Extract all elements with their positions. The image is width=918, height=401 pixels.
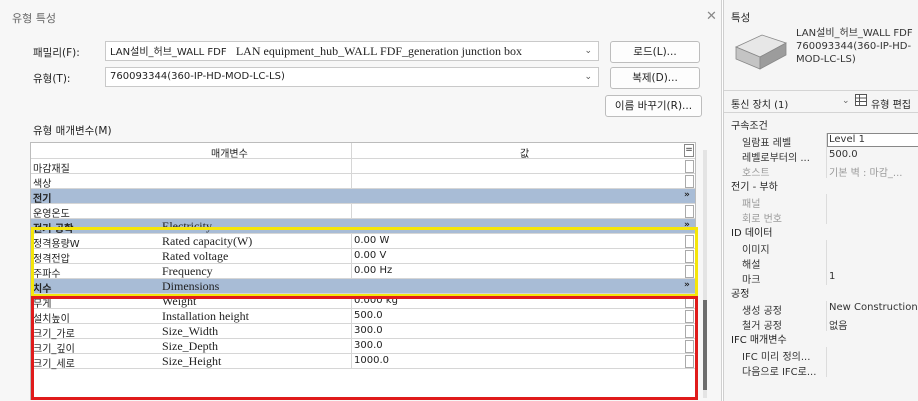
family-label: 패밀리(F):	[33, 47, 80, 59]
parameter-name: 마감재질	[33, 164, 70, 175]
palette-key: 생성 공정	[742, 306, 782, 317]
palette-key: 회로 번호	[742, 214, 782, 225]
palette-key: 다음으로 IFC로...	[742, 367, 817, 378]
type-label: 유형(T):	[33, 73, 71, 85]
parameter-name: 운영온도	[33, 209, 70, 220]
palette-section-title[interactable]: 구속조건	[731, 117, 768, 132]
highlight-dimensions-box	[31, 296, 698, 400]
palette-row[interactable]: 마크 1	[724, 270, 918, 286]
table-row[interactable]: 색상	[31, 174, 695, 190]
palette-key: 패널	[742, 199, 761, 210]
group-label: 전기	[33, 194, 52, 205]
palette-key: 일람표 레벨	[742, 138, 792, 149]
family-overlay-text: LAN equipment_hub_WALL FDF_generation ju…	[235, 44, 523, 58]
palette-key: 호스트	[742, 168, 770, 179]
palette-row[interactable]: 이미지	[724, 240, 918, 256]
chevron-down-icon: ⌄	[584, 46, 592, 56]
collapse-chevron-icon[interactable]: »	[684, 190, 690, 200]
palette-row[interactable]: 다음으로 IFC로...	[724, 362, 918, 378]
formula-button[interactable]	[685, 175, 694, 188]
palette-key: 철거 공정	[742, 321, 782, 332]
family-value: LAN설비_허브_WALL FDF	[110, 47, 227, 58]
table-row[interactable]: 운영온도	[31, 204, 695, 220]
formula-button[interactable]	[685, 160, 694, 173]
palette-row[interactable]: 패널	[724, 194, 918, 210]
palette-value[interactable]: New Construction	[829, 302, 918, 313]
instance-selector[interactable]: 통신 장치 (1)	[731, 96, 788, 111]
palette-row[interactable]: IFC 미리 정의...	[724, 347, 918, 363]
palette-key: 마크	[742, 275, 761, 286]
dialog-title: 유형 특성	[12, 12, 56, 25]
palette-row[interactable]: 일람표 레벨 Level 1	[724, 133, 918, 149]
palette-key: 이미지	[742, 245, 770, 256]
edit-type-button[interactable]: 유형 편집	[871, 96, 911, 111]
type-properties-dialog: 유형 특성 ✕ 패밀리(F): LAN설비_허브_WALL FDF LAN eq…	[0, 0, 722, 401]
palette-value[interactable]: 500.0	[829, 149, 858, 160]
palette-key: IFC 미리 정의...	[742, 352, 811, 363]
edit-type-icon[interactable]	[855, 94, 867, 106]
family-thumbnail	[735, 34, 788, 70]
rename-button[interactable]: 이름 바꾸기(R)...	[605, 95, 702, 117]
family-select[interactable]: LAN설비_허브_WALL FDF LAN equipment_hub_WALL…	[105, 41, 599, 61]
palette-row[interactable]: 회로 번호	[724, 209, 918, 225]
palette-section-title[interactable]: 공정	[731, 285, 749, 300]
type-parameters-caption: 유형 매개변수(M)	[33, 125, 112, 137]
palette-row[interactable]: 해설	[724, 255, 918, 271]
chevron-down-icon[interactable]: ⌄	[842, 96, 850, 106]
properties-palette: 특성 LAN설비_허브_WALL FDF 760093344(360-IP-HD…	[723, 0, 918, 401]
table-row[interactable]: 마감재질	[31, 159, 695, 175]
palette-value[interactable]: 없음	[829, 317, 847, 332]
formula-button[interactable]	[685, 205, 694, 218]
palette-section-title[interactable]: ID 데이터	[731, 224, 772, 239]
palette-row[interactable]: 호스트 기본 벽 : 마감_...	[724, 163, 918, 179]
palette-value[interactable]: 기본 벽 : 마감_...	[829, 164, 902, 179]
palette-key: 해설	[742, 260, 761, 271]
palette-value[interactable]: Level 1	[829, 134, 865, 145]
duplicate-button[interactable]: 복제(D)...	[610, 67, 700, 89]
type-value: 760093344(360-IP-HD-MOD-LC-LS)	[110, 71, 285, 82]
palette-type-name: LAN설비_허브_WALL FDF 760093344(360-IP-HD-MO…	[796, 28, 913, 65]
load-button[interactable]: 로드(L)...	[610, 41, 700, 63]
group-row[interactable]: 전기 »	[31, 189, 695, 205]
grid-scrollbar-thumb[interactable]	[703, 300, 707, 390]
highlight-electricity-box	[31, 227, 698, 297]
palette-section-title[interactable]: IFC 매개변수	[731, 331, 787, 346]
chevron-down-icon: ⌄	[584, 72, 592, 82]
palette-row[interactable]: 레벨로부터의 ... 500.0	[724, 148, 918, 164]
type-select[interactable]: 760093344(360-IP-HD-MOD-LC-LS) ⌄	[105, 67, 599, 87]
column-header-parameter: 매개변수	[211, 149, 248, 160]
palette-title: 특성	[731, 12, 751, 24]
palette-value[interactable]: 1	[829, 271, 835, 282]
column-header-value: 값	[520, 149, 530, 160]
parameter-name: 색상	[33, 179, 52, 190]
grid-header: 매개변수 값 =	[31, 143, 695, 160]
close-icon[interactable]: ✕	[706, 9, 717, 24]
palette-key: 레벨로부터의 ...	[742, 153, 810, 164]
palette-section-title[interactable]: 전기 - 부하	[731, 178, 778, 193]
palette-row[interactable]: 생성 공정 New Construction	[724, 301, 918, 317]
formula-button[interactable]: =	[684, 144, 694, 157]
palette-row[interactable]: 철거 공정 없음	[724, 316, 918, 332]
